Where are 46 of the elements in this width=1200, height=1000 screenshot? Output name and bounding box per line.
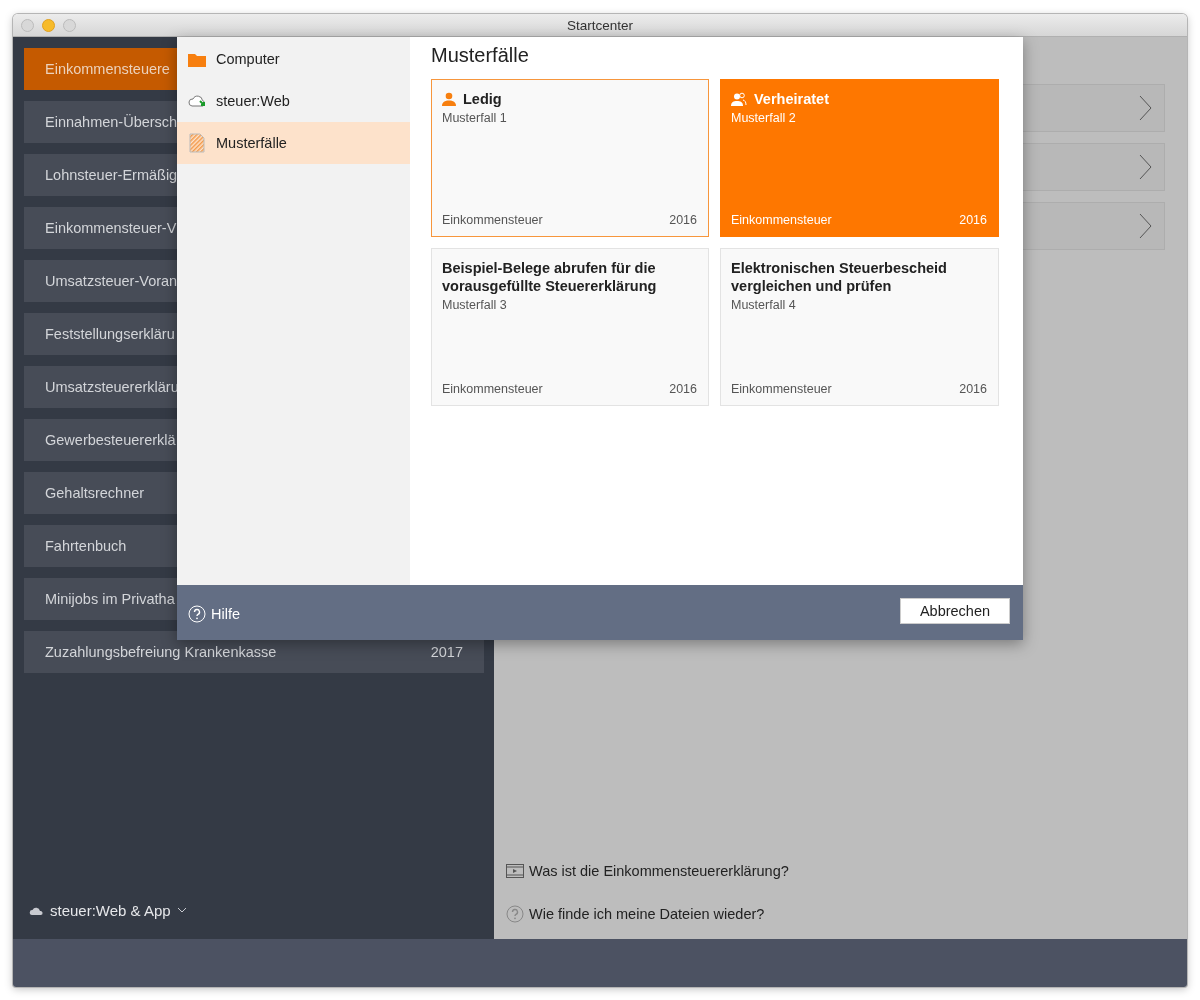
tax-type-label: Einkommensteuer bbox=[731, 213, 832, 227]
card-subtitle: Musterfall 1 bbox=[442, 111, 508, 125]
help-icon bbox=[188, 604, 206, 623]
section-heading: Musterfälle bbox=[431, 43, 530, 68]
minimize-icon bbox=[42, 19, 55, 32]
window-button-icon bbox=[21, 19, 34, 32]
help-link[interactable]: Was ist die Einkommensteuererklärung? bbox=[529, 863, 789, 879]
chevron-down-icon bbox=[176, 907, 187, 914]
chevron-right-icon bbox=[1139, 213, 1152, 239]
sample-case-card[interactable]: Elektronischen Steuerbescheid vergleichen und prüfen Musterfall 4 Einkommensteuer 2016 bbox=[720, 248, 999, 406]
people-icon bbox=[731, 92, 747, 106]
card-subtitle: Musterfall 2 bbox=[731, 111, 797, 125]
help-icon bbox=[506, 905, 524, 923]
account-menu[interactable]: steuer:Web & App bbox=[50, 902, 171, 919]
year-label: 2016 bbox=[959, 213, 987, 227]
window-title: Startcenter bbox=[567, 17, 633, 33]
sample-case-card[interactable]: Ledig Musterfall 1 Einkommensteuer 2016 bbox=[431, 79, 709, 237]
cloud-icon bbox=[188, 93, 206, 109]
source-item[interactable]: Musterfälle bbox=[177, 122, 410, 164]
card-title: Beispiel-Belege abrufen für die vorausgefüllte Steuererklärung bbox=[442, 259, 658, 295]
year-label: 2016 bbox=[959, 382, 987, 396]
year-label: 2016 bbox=[669, 213, 697, 227]
help-link[interactable]: Hilfe bbox=[211, 605, 240, 622]
folder-icon bbox=[188, 51, 206, 67]
card-title: Verheiratet bbox=[754, 90, 829, 108]
window-button-icon bbox=[63, 19, 76, 32]
chevron-right-icon bbox=[1139, 154, 1152, 180]
tax-type-label: Einkommensteuer bbox=[442, 382, 543, 396]
card-title: Ledig bbox=[463, 90, 502, 108]
card-subtitle: Musterfall 3 bbox=[442, 298, 508, 312]
source-item[interactable]: steuer:Web bbox=[177, 80, 410, 122]
year-label: 2016 bbox=[669, 382, 697, 396]
card-subtitle: Musterfall 4 bbox=[731, 298, 797, 312]
document-icon bbox=[189, 133, 205, 153]
source-item[interactable]: Computer bbox=[177, 38, 410, 80]
card-title: Elektronischen Steuerbescheid vergleichen und prüfen bbox=[731, 259, 948, 295]
help-link[interactable]: Wie finde ich meine Dateien wieder? bbox=[529, 906, 765, 922]
cancel-button[interactable]: Abbrechen bbox=[900, 598, 1010, 624]
chevron-right-icon bbox=[1139, 95, 1152, 121]
cloud-icon bbox=[29, 905, 44, 916]
sample-case-card[interactable]: Beispiel-Belege abrufen für die vorausgefüllte Steuererklärung Musterfall 3 Einkommensteuer 2016 bbox=[431, 248, 709, 406]
year-label: 2017 bbox=[430, 644, 463, 660]
tax-type-label: Einkommensteuer bbox=[442, 213, 543, 227]
tax-type-label: Einkommensteuer bbox=[731, 382, 832, 396]
person-icon bbox=[442, 92, 456, 106]
film-icon bbox=[506, 864, 524, 878]
